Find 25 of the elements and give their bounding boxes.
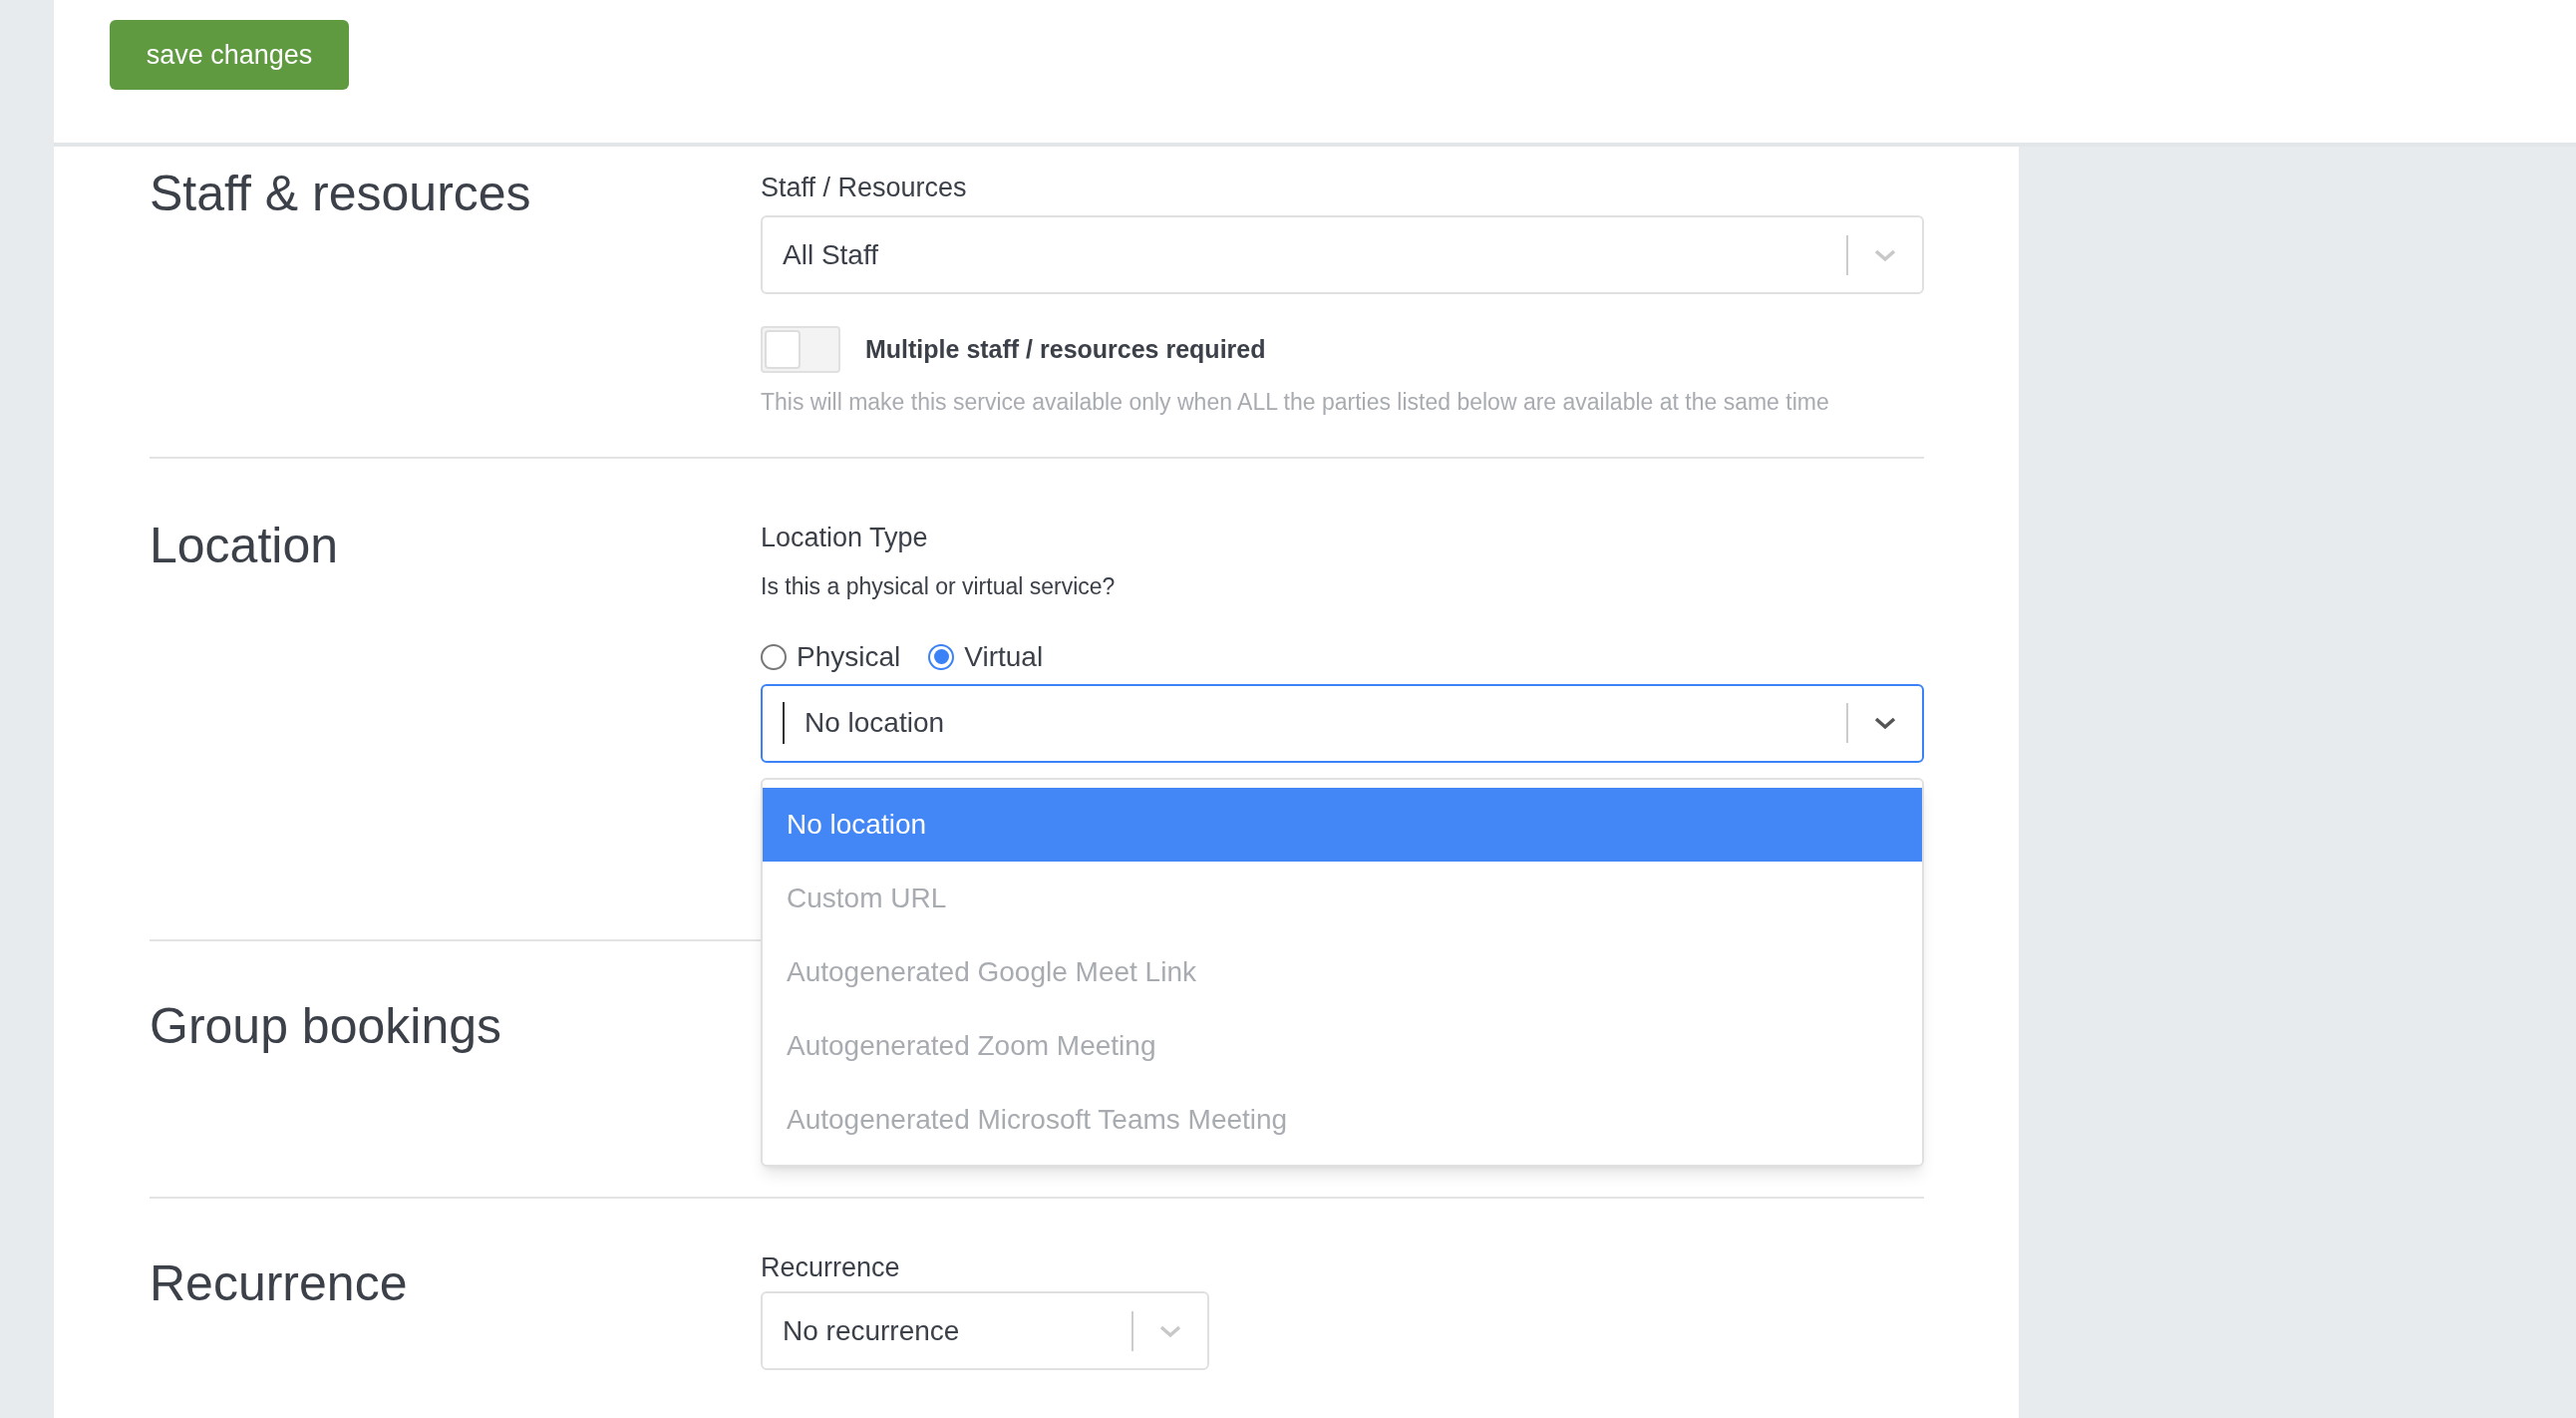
radio-label: Virtual [964, 639, 1044, 674]
dropdown-option[interactable]: Autogenerated Microsoft Teams Meeting [763, 1082, 1922, 1157]
dropdown-option[interactable]: Autogenerated Zoom Meeting [763, 1008, 1922, 1083]
toggle-switch[interactable] [761, 326, 840, 373]
select-field[interactable]: No location [761, 683, 1924, 763]
select-field[interactable]: All Staff [761, 215, 1924, 294]
field-label: Location Type [761, 525, 929, 551]
help-text: Is this a physical or virtual service? [761, 572, 1117, 601]
radio-button[interactable] [928, 643, 955, 670]
radio-label: Physical [797, 639, 901, 674]
field-label: Staff / Resources [761, 175, 968, 201]
dropdown-option[interactable]: Custom URL [763, 861, 1922, 935]
field-label: Recurrence [761, 1254, 901, 1281]
section-heading: Location [150, 521, 340, 575]
select-field[interactable]: No recurrence [761, 1291, 1209, 1370]
section-heading: Recurrence [150, 1258, 409, 1313]
dropdown-option[interactable]: No location [763, 787, 1922, 862]
toggle-label: Multiple staff / resources required [865, 333, 1266, 365]
section-heading: Group bookings [150, 1001, 502, 1056]
radio-button[interactable] [761, 643, 787, 670]
chevron-down-icon [1873, 715, 1897, 731]
dropdown-option[interactable]: Autogenerated Google Meet Link [763, 934, 1922, 1009]
save-button[interactable]: save changes [110, 20, 349, 90]
help-text: This will make this service available only when ALL the parties listed below are available at the same time [761, 388, 1830, 417]
section-heading: Staff & resources [150, 169, 532, 223]
